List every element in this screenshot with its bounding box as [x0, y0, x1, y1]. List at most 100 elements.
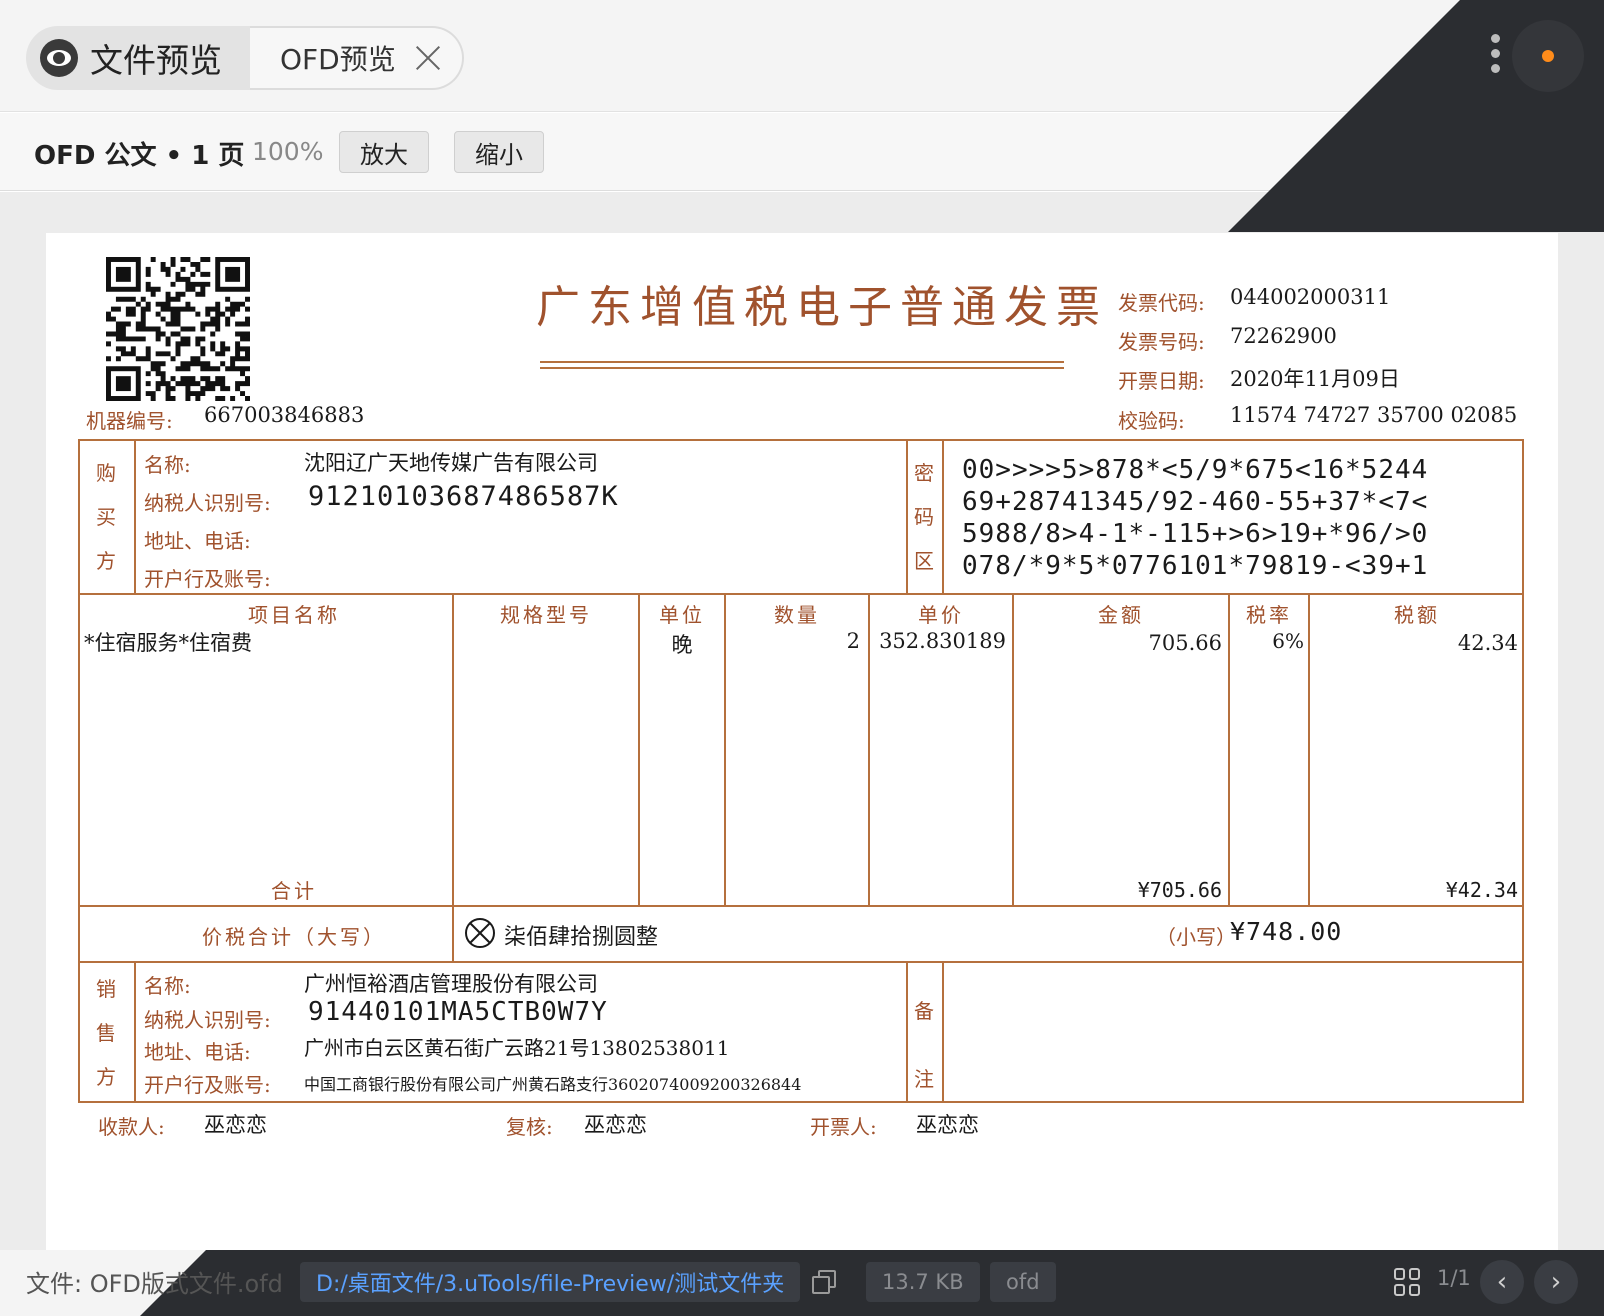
grand-total-label: 价税合计（大写） [202, 925, 386, 949]
col-header-name: 项目名称 [248, 603, 340, 627]
cross-circle-icon [465, 918, 495, 948]
viewer-toolbar: OFD 公文 • 1 页 100% 放大 缩小 [0, 113, 1604, 191]
col-header-unit: 单位 [659, 603, 705, 627]
invoice-date-label: 开票日期: [1118, 369, 1205, 393]
invoice-page: 机器编号: 667003846883 广东增值税电子普通发票 发票代码: 044… [46, 233, 1558, 1251]
invoice-date: 2020年11月09日 [1230, 367, 1400, 391]
grand-total-small-label: （小写） [1156, 925, 1236, 949]
grid-view-icon[interactable] [1394, 1268, 1422, 1296]
buyer-bank-label: 开户行及账号: [144, 567, 271, 591]
chevron-left-icon: ‹ [1496, 1267, 1508, 1297]
tab-ofd-preview[interactable]: OFD预览 [250, 26, 464, 90]
check-code: 11574 74727 35700 02085 [1230, 403, 1518, 427]
rule [78, 961, 1524, 963]
next-page-button[interactable]: › [1534, 1260, 1578, 1304]
payee-label: 收款人: [98, 1115, 165, 1139]
col-header-price: 单价 [918, 603, 964, 627]
cipher-line: 5988/8>4-1*-115+>6>19+*96/>0 [962, 519, 1429, 549]
machine-number: 667003846883 [204, 403, 365, 427]
tab-strip: 文件预览 OFD预览 [26, 26, 464, 90]
file-type: ofd [990, 1262, 1056, 1302]
buyer-name-label: 名称: [144, 453, 191, 477]
rule [452, 593, 454, 963]
buyer-address-label: 地址、电话: [144, 529, 251, 553]
zoom-in-button[interactable]: 放大 [339, 131, 429, 173]
zoom-out-button[interactable]: 缩小 [454, 131, 544, 173]
page-indicator: 1/1 [1437, 1266, 1471, 1290]
issuer-label: 开票人: [810, 1115, 877, 1139]
rule [942, 439, 944, 595]
item-price: 352.830189 [879, 629, 1006, 653]
status-bar: 文件: OFD版式文件.ofd D:/桌面文件/3.uTools/file-Pr… [0, 1250, 1604, 1316]
title-underline [540, 367, 1064, 369]
buyer-tax-label: 纳税人识别号: [144, 491, 271, 515]
item-name: *住宿服务*住宿费 [84, 631, 252, 655]
chevron-right-icon: › [1550, 1267, 1562, 1297]
col-header-spec: 规格型号 [500, 603, 592, 627]
reviewer-label: 复核: [506, 1115, 553, 1139]
issuer-name: 巫恋恋 [916, 1113, 979, 1137]
tab-file-preview[interactable]: 文件预览 [26, 26, 250, 90]
reviewer-name: 巫恋恋 [584, 1113, 647, 1137]
invoice-title: 广东增值税电子普通发票 [536, 282, 1108, 333]
seller-bank-label: 开户行及账号: [144, 1073, 271, 1097]
item-amount: 705.66 [1148, 631, 1222, 655]
invoice-code: 044002000311 [1230, 285, 1391, 309]
seller-tax-id: 91440101MA5CTB0W7Y [308, 997, 608, 1027]
buyer-side-label: 购买方 [96, 461, 116, 573]
col-header-qty: 数量 [774, 603, 820, 627]
item-tax: 42.34 [1457, 631, 1518, 655]
title-bar: 文件预览 OFD预览 [0, 0, 1604, 112]
tab-label: OFD预览 [280, 43, 396, 76]
check-code-label: 校验码: [1118, 409, 1185, 433]
rule [134, 961, 136, 1103]
cipher-line: 69+28741345/92-460-55+37*<7< [962, 487, 1429, 517]
col-header-rate: 税率 [1246, 603, 1292, 627]
more-menu-icon[interactable] [1489, 34, 1503, 82]
total-label: 合计 [271, 879, 317, 903]
grand-total-small: ¥748.00 [1230, 917, 1343, 946]
invoice-number-label: 发票号码: [1118, 330, 1205, 354]
total-tax: ¥42.34 [1445, 878, 1518, 902]
close-icon[interactable] [414, 44, 442, 72]
seller-tax-label: 纳税人识别号: [144, 1008, 271, 1032]
status-indicator[interactable] [1512, 20, 1584, 92]
seller-name: 广州恒裕酒店管理股份有限公司 [304, 972, 598, 996]
payee-name: 巫恋恋 [204, 1113, 267, 1137]
copy-icon[interactable] [812, 1270, 836, 1294]
title-underline [540, 361, 1064, 363]
prev-page-button[interactable]: ‹ [1480, 1260, 1524, 1304]
machine-number-label: 机器编号: [86, 409, 173, 433]
seller-address-label: 地址、电话: [144, 1040, 251, 1064]
status-dot-icon [1542, 50, 1554, 62]
seller-name-label: 名称: [144, 974, 191, 998]
seller-address: 广州市白云区黄石街广云路21号13802538011 [304, 1036, 730, 1060]
rule [906, 439, 908, 595]
col-header-amount: 金额 [1098, 603, 1144, 627]
document-info: OFD 公文 • 1 页 [34, 141, 245, 171]
file-path[interactable]: D:/桌面文件/3.uTools/file-Preview/测试文件夹 [300, 1262, 801, 1302]
seller-bank: 中国工商银行股份有限公司广州黄石路支行3602074009200326844 [304, 1075, 802, 1094]
file-name: OFD版式文件.ofd [89, 1270, 283, 1298]
eye-icon [40, 39, 78, 77]
cipher-side-label: 密码区 [914, 461, 934, 573]
grand-total-words: 柒佰肆拾捌圆整 [504, 925, 659, 950]
buyer-name: 沈阳辽广天地传媒广告有限公司 [304, 451, 598, 475]
cipher-line: 00>>>>5>878*<5/9*675<16*5244 [962, 455, 1429, 485]
col-header-tax: 税额 [1394, 603, 1440, 627]
item-qty: 2 [846, 629, 860, 653]
file-size: 13.7 KB [866, 1262, 980, 1302]
item-unit: 晚 [671, 633, 693, 657]
tab-label: 文件预览 [90, 41, 222, 80]
rule [906, 961, 908, 1103]
qr-code [106, 257, 250, 401]
rule [134, 439, 136, 595]
total-amount: ¥705.66 [1137, 878, 1222, 902]
invoice-code-label: 发票代码: [1118, 291, 1205, 315]
seller-side-label: 销售方 [96, 977, 116, 1089]
item-rate: 6% [1272, 629, 1304, 653]
remark-side-label: 备注 [914, 999, 934, 1091]
file-name-display: 文件: OFD版式文件.ofd [26, 1270, 283, 1298]
zoom-level: 100% [252, 137, 324, 166]
rule [942, 961, 944, 1103]
